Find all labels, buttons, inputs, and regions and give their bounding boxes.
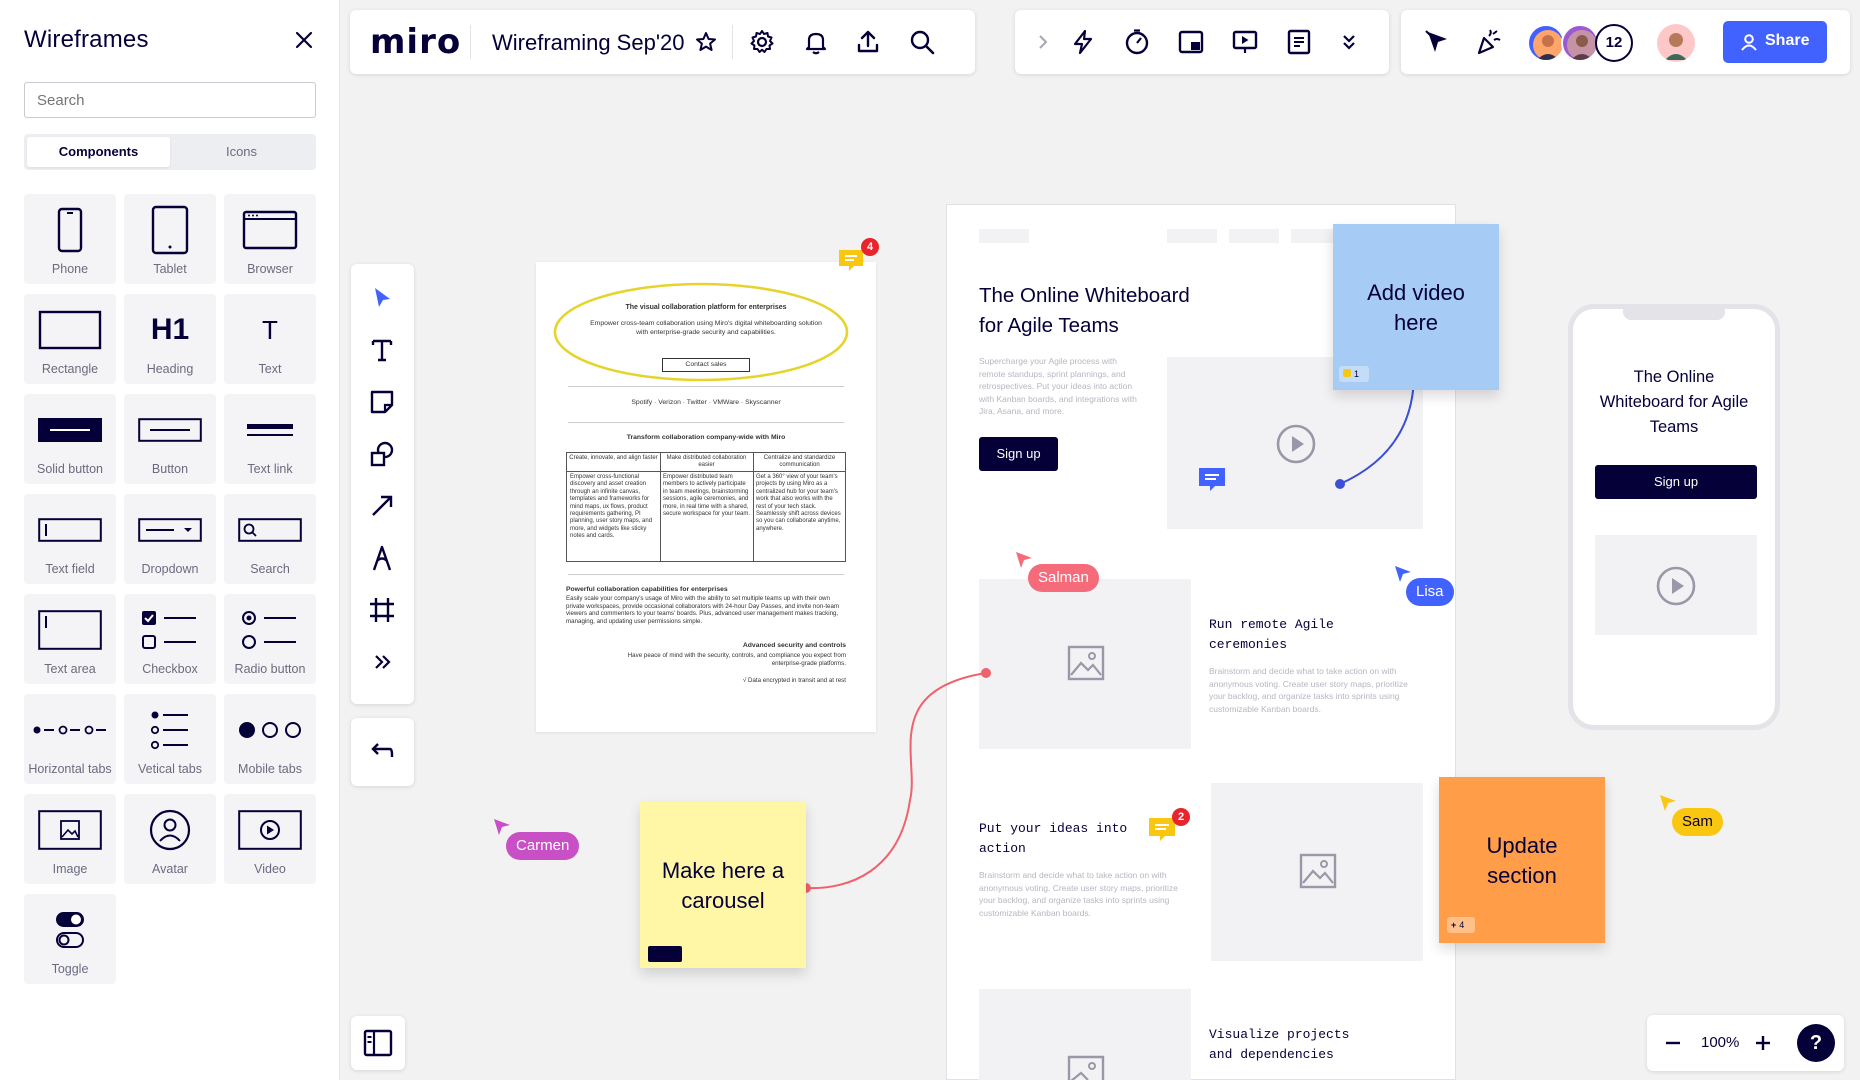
reaction-icon [1343, 369, 1351, 377]
plus-icon: + [1451, 917, 1456, 933]
sticky-note-update-section[interactable]: Update section +4 [1439, 777, 1605, 943]
author-tag [648, 946, 682, 962]
cursor-label-sam: Sam [1672, 808, 1723, 836]
cursor-arrow-icon [492, 817, 512, 837]
reaction-count: 1 [1354, 369, 1359, 379]
reaction-badge[interactable]: +4 [1447, 917, 1475, 933]
cursor-label-lisa: Lisa [1406, 578, 1454, 606]
connector-endpoint[interactable] [981, 668, 991, 678]
connector-endpoint[interactable] [1335, 479, 1345, 489]
reaction-count: 4 [1459, 920, 1464, 930]
sticky-text: Make here a carousel [652, 856, 794, 916]
sticky-note-add-video[interactable]: Add video here 1 [1333, 224, 1499, 390]
cursor-arrow-icon [1014, 550, 1034, 570]
sticky-text: Add video here [1345, 278, 1487, 338]
sticky-note-carousel[interactable]: Make here a carousel [640, 802, 806, 968]
cursor-label-carmen: Carmen [506, 832, 579, 860]
cursor-arrow-icon [1658, 793, 1678, 813]
connector-carousel[interactable] [806, 673, 986, 888]
reaction-badge[interactable]: 1 [1339, 366, 1369, 382]
cursor-label-salman: Salman [1028, 564, 1099, 592]
sticky-text: Update section [1451, 831, 1593, 891]
